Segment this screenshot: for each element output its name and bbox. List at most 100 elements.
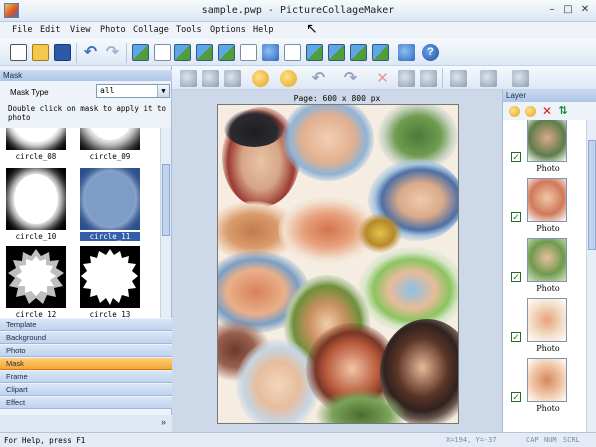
add-photo-icon[interactable] (132, 44, 149, 61)
mask-icon[interactable] (174, 44, 191, 61)
background-icon[interactable] (306, 44, 323, 61)
mask-thumbnail (80, 128, 140, 150)
save-disk-icon[interactable] (54, 44, 71, 61)
layer-checkbox[interactable]: ✓ (511, 212, 521, 222)
crop-icon[interactable] (180, 70, 197, 87)
photo-edit-icon[interactable] (202, 70, 219, 87)
help-icon[interactable]: ? (422, 44, 439, 61)
settings-icon[interactable] (398, 44, 415, 61)
main-toolbar: ↶ ↷ ? (0, 39, 596, 66)
layer-thumbnail (527, 298, 567, 342)
menu-tools[interactable]: Tools (176, 25, 202, 35)
frame-icon[interactable] (196, 44, 213, 61)
category-clipart[interactable]: Clipart (0, 383, 172, 396)
layer-thumbnail (527, 358, 567, 402)
distribute-icon[interactable] (480, 70, 497, 87)
menu-file[interactable]: File (12, 25, 32, 35)
category-background[interactable]: Background (0, 331, 172, 344)
mask-item[interactable]: circle_12 (6, 246, 66, 322)
collage-photo[interactable] (224, 109, 284, 147)
menu-edit[interactable]: Edit (40, 25, 60, 35)
mask-label: circle_09 (89, 152, 131, 161)
layer-scrollbar[interactable] (586, 120, 596, 432)
layer-name: Photo (536, 344, 560, 353)
layer-item[interactable]: ✓ Photo (503, 356, 586, 416)
mask-label: circle_10 (15, 232, 57, 241)
remove-icon[interactable]: ✕ (374, 70, 391, 87)
scroll-thumb[interactable] (162, 164, 170, 236)
layer-up-icon[interactable] (509, 106, 520, 117)
window-title: sample.pwp - PictureCollageMaker (201, 5, 395, 16)
num-indicator: NUM (544, 436, 557, 444)
category-frame[interactable]: Frame (0, 370, 172, 383)
mask-panel: Mask Mask Type all ▼ Double click on mas… (0, 66, 172, 432)
menu-options[interactable]: Options (210, 25, 246, 35)
mask-item[interactable]: circle_11 (80, 168, 140, 244)
mask-type-select[interactable]: all ▼ (96, 84, 170, 98)
export-image-icon[interactable] (350, 44, 367, 61)
collage-page[interactable] (217, 104, 459, 424)
category-photo[interactable]: Photo (0, 344, 172, 357)
layer-checkbox[interactable]: ✓ (511, 392, 521, 402)
double-chevron-icon[interactable]: » (161, 417, 166, 427)
scroll-indicator: SCRL (563, 436, 580, 444)
category-template[interactable]: Template (0, 318, 172, 331)
bring-forward-icon[interactable] (252, 70, 269, 87)
layer-item[interactable]: ✓ Photo (503, 296, 586, 356)
collage-photo[interactable] (358, 213, 402, 253)
menu-collage[interactable]: Collage (133, 25, 169, 35)
mask-item[interactable]: circle_13 (80, 246, 140, 322)
layer-down-icon[interactable] (525, 106, 536, 117)
refresh-icon[interactable]: ⇅ (557, 104, 569, 118)
menu-help[interactable]: Help (253, 25, 273, 35)
layer-checkbox[interactable]: ✓ (511, 332, 521, 342)
send-backward-icon[interactable] (280, 70, 297, 87)
mask-thumbnail (80, 168, 140, 230)
category-effect[interactable]: Effect (0, 396, 172, 409)
mask-item[interactable]: circle_08 (6, 128, 66, 164)
more-categories[interactable]: » (0, 415, 172, 432)
close-icon[interactable]: ✕ (578, 4, 592, 16)
layer-toolbar: ✕ ⇅ (503, 104, 596, 120)
effect-icon[interactable] (328, 44, 345, 61)
redo-icon[interactable]: ↷ (104, 44, 121, 61)
new-file-icon[interactable] (10, 44, 27, 61)
rotate-left-icon[interactable]: ↶ (310, 70, 327, 87)
mouse-cursor-icon: ↖ (306, 20, 318, 36)
select-all-icon[interactable] (420, 70, 437, 87)
fit-icon[interactable] (398, 70, 415, 87)
add-text-icon[interactable] (240, 44, 257, 61)
layer-scroll-thumb[interactable] (588, 140, 596, 250)
layout-icon[interactable] (262, 44, 279, 61)
align-icon[interactable] (450, 70, 467, 87)
category-mask[interactable]: Mask (0, 357, 172, 370)
open-folder-icon[interactable] (32, 44, 49, 61)
menu-view[interactable]: View (70, 25, 90, 35)
layer-item[interactable]: ✓ Photo (503, 176, 586, 236)
layer-checkbox[interactable]: ✓ (511, 152, 521, 162)
undo-icon[interactable]: ↶ (82, 44, 99, 61)
mask-type-value: all (100, 86, 115, 95)
share-icon[interactable] (372, 44, 389, 61)
chevron-down-icon[interactable]: ▼ (157, 85, 169, 97)
page-size-label: Page: 600 x 800 px (293, 94, 381, 103)
layer-delete-icon[interactable]: ✕ (541, 104, 553, 118)
print-icon[interactable] (154, 44, 171, 61)
layer-checkbox[interactable]: ✓ (511, 272, 521, 282)
rotate-right-icon[interactable]: ↷ (342, 70, 359, 87)
collage-photo[interactable] (282, 105, 374, 181)
size-icon[interactable] (512, 70, 529, 87)
delete-icon[interactable] (224, 70, 241, 87)
layer-item[interactable]: ✓ Photo (503, 120, 586, 176)
mask-label: circle_08 (15, 152, 57, 161)
minimize-icon[interactable]: – (545, 4, 559, 16)
collage-photo[interactable] (358, 247, 458, 333)
menu-photo[interactable]: Photo (100, 25, 126, 35)
mask-item[interactable]: circle_09 (80, 128, 140, 164)
clipart-icon[interactable] (218, 44, 235, 61)
layer-item[interactable]: ✓ Photo (503, 236, 586, 296)
page-setup-icon[interactable] (284, 44, 301, 61)
mask-item[interactable]: circle_10 (6, 168, 66, 244)
maximize-icon[interactable]: □ (561, 4, 575, 16)
layer-panel: Layer ✕ ⇅ ✓ Photo ✓ Photo ✓ Photo ✓ Phot… (502, 90, 596, 432)
